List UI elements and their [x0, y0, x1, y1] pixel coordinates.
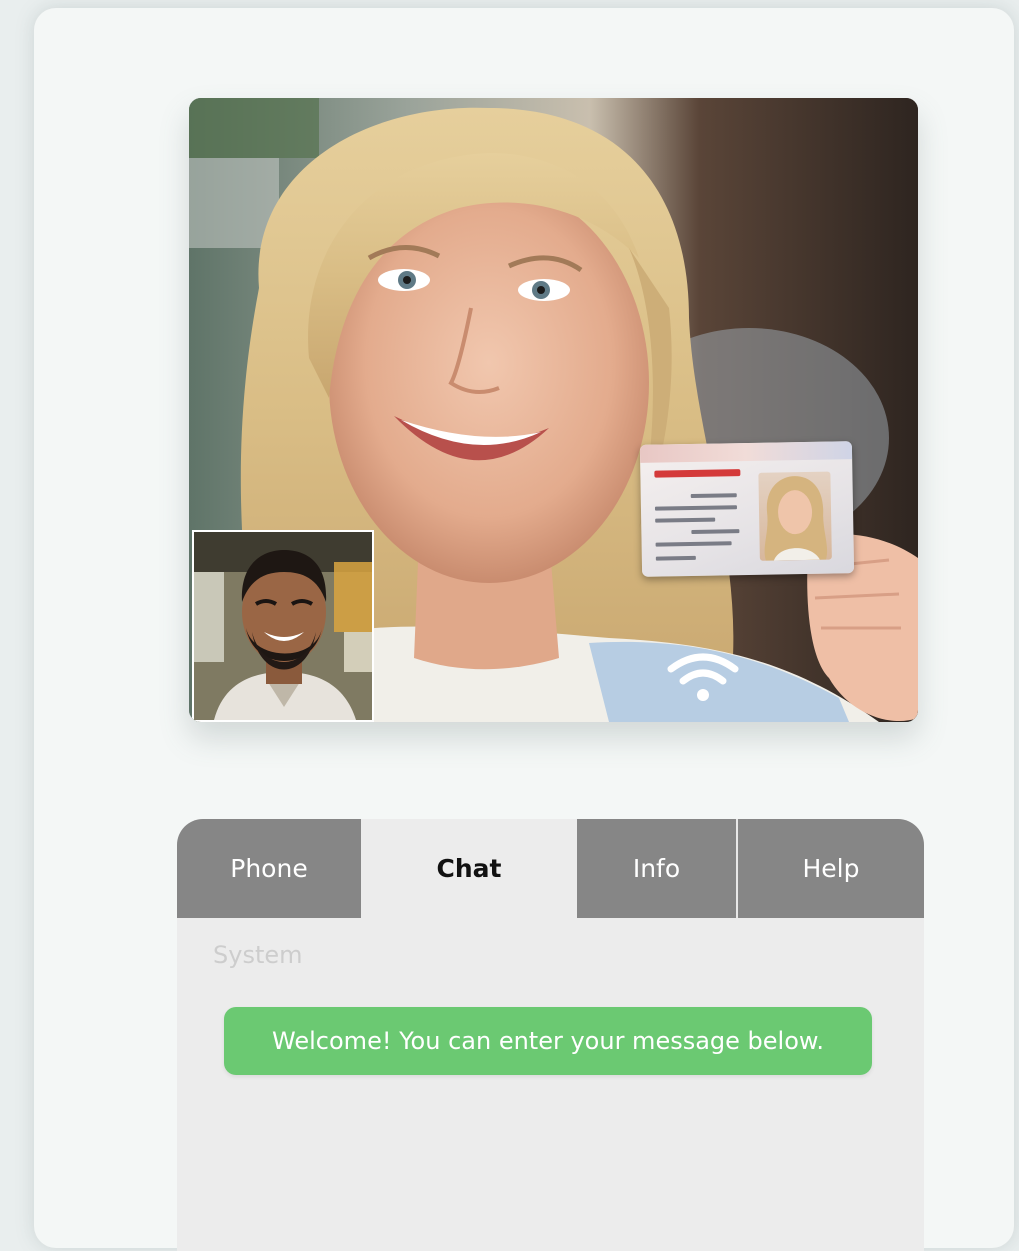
id-card [639, 441, 855, 577]
tab-info-label: Info [632, 854, 681, 883]
tab-help[interactable]: Help [738, 819, 924, 918]
tab-help-label: Help [802, 854, 860, 883]
id-card-text-line [655, 555, 696, 561]
id-card-text-line [654, 505, 738, 511]
verification-card: Phone Chat Info Help System Welcome! You… [34, 8, 1014, 1251]
id-card-photo [758, 471, 832, 561]
id-card-text-line [655, 541, 732, 547]
tab-phone-label: Phone [230, 854, 308, 883]
id-card-text-line [655, 517, 716, 523]
message-sender: System [213, 941, 303, 969]
id-card-title [654, 469, 741, 478]
video-call-area [189, 98, 918, 722]
communication-panel: Phone Chat Info Help System Welcome! You… [177, 819, 924, 1251]
tab-chat[interactable]: Chat [361, 819, 577, 918]
tab-phone[interactable]: Phone [177, 819, 361, 918]
tab-info[interactable]: Info [577, 819, 738, 918]
id-card-header-stripe [639, 441, 853, 463]
system-message-bubble: Welcome! You can enter your message belo… [224, 1007, 872, 1075]
tab-chat-label: Chat [436, 854, 502, 883]
id-card-text-line [691, 529, 740, 534]
id-card-text-line [690, 493, 737, 498]
agent-portrait [194, 532, 372, 720]
tab-bar: Phone Chat Info Help [177, 819, 924, 918]
wifi-icon [667, 653, 739, 701]
self-view-video[interactable] [192, 530, 374, 722]
message-text: Welcome! You can enter your message belo… [272, 1027, 824, 1055]
